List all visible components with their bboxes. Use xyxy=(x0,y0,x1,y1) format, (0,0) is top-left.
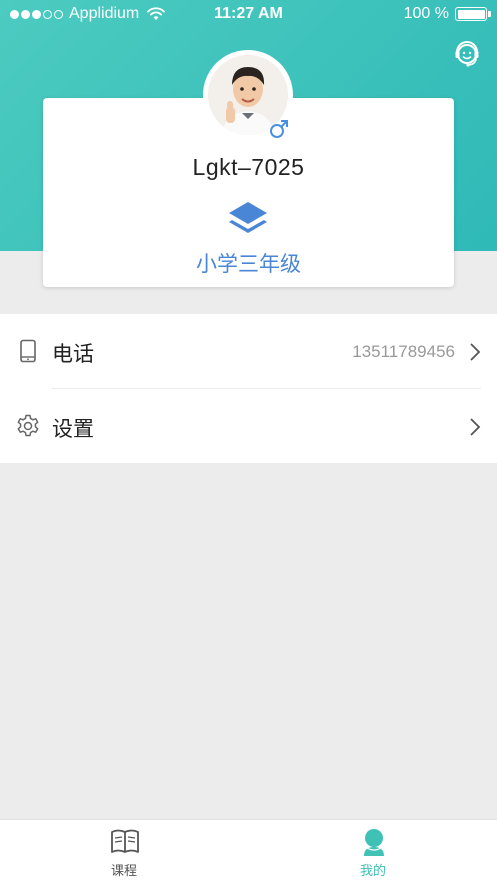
male-symbol-icon xyxy=(270,120,288,138)
tab-label: 我的 xyxy=(359,864,386,879)
customer-service-icon[interactable] xyxy=(452,40,482,70)
status-right: 100 % xyxy=(403,5,491,23)
book-icon xyxy=(111,829,139,853)
menu-item-label: 设置 xyxy=(52,417,94,441)
grade-label: 小学三年级 xyxy=(196,252,301,276)
tab-courses[interactable]: 课程 xyxy=(0,820,248,883)
menu-item-label: 电话 xyxy=(52,342,94,366)
user-icon xyxy=(364,829,384,856)
tab-mine[interactable]: 我的 xyxy=(249,820,497,883)
tab-bar: 课程 我的 xyxy=(0,819,497,883)
chevron-right-icon xyxy=(470,418,481,436)
layers-icon xyxy=(229,202,267,233)
status-bar: Applidium 11:27 AM 100 % xyxy=(0,0,497,28)
gear-icon xyxy=(17,414,39,437)
battery-percentage: 100 % xyxy=(403,5,449,22)
menu-item-settings[interactable]: 设置 xyxy=(0,389,497,463)
chevron-right-icon xyxy=(470,343,481,361)
phone-icon xyxy=(20,339,36,363)
battery-icon xyxy=(455,7,491,21)
username: Lgkt–7025 xyxy=(192,154,305,180)
tab-label: 课程 xyxy=(110,864,137,879)
phone-number: 13511789456 xyxy=(352,342,455,361)
menu-item-phone[interactable]: 电话 13511789456 xyxy=(0,314,497,389)
menu-list: 电话 13511789456 设置 xyxy=(0,314,497,463)
